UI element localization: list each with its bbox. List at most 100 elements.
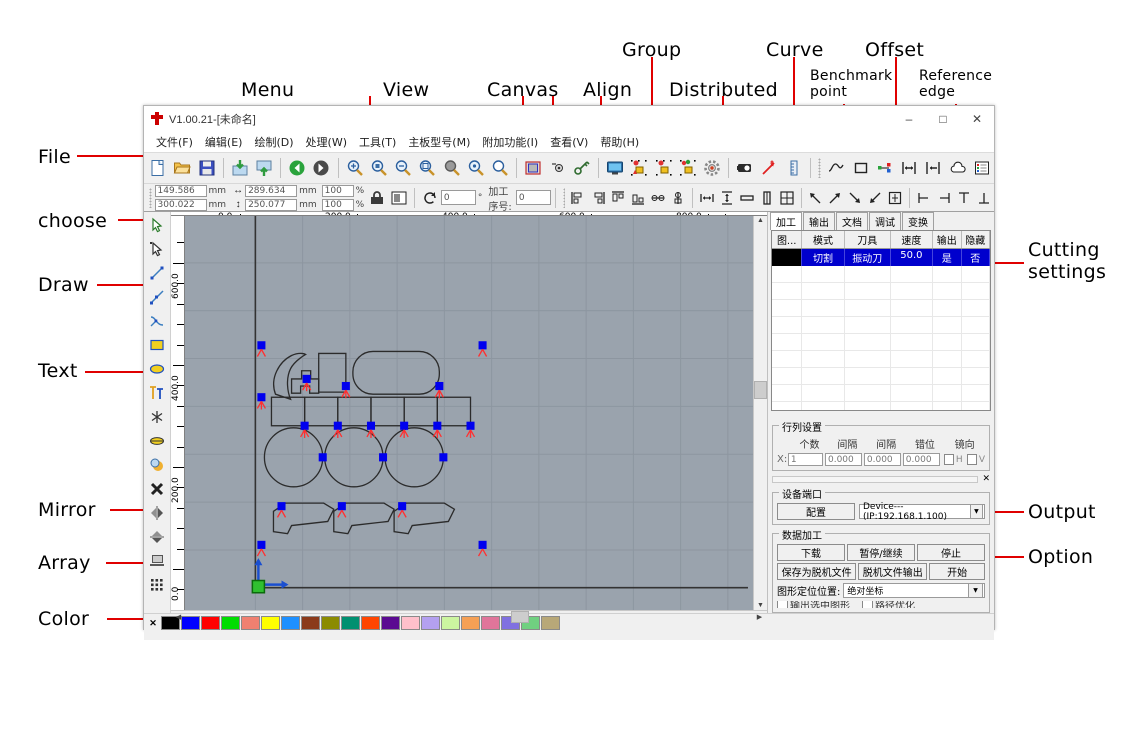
node-edit-tool[interactable] <box>146 237 168 260</box>
same-size-icon[interactable] <box>778 185 796 210</box>
height-input[interactable]: 250.077 <box>245 198 298 211</box>
align-center-h-icon[interactable] <box>649 185 667 210</box>
text-tool[interactable] <box>146 381 168 404</box>
benchmark-topleft-icon[interactable] <box>806 185 824 210</box>
delete-x-tool[interactable] <box>146 477 168 500</box>
distance-v-icon[interactable] <box>922 156 944 181</box>
same-width-icon[interactable] <box>738 185 756 210</box>
download-button[interactable]: 下载 <box>777 544 845 561</box>
fit-page-icon[interactable] <box>389 185 409 210</box>
save-file-icon[interactable] <box>196 156 218 181</box>
start-button[interactable]: 开始 <box>929 563 985 580</box>
scroll-left-arrow[interactable]: ◀ <box>172 613 185 621</box>
table-row-empty[interactable] <box>772 368 990 385</box>
ref-edge-bottom-icon[interactable] <box>975 185 993 210</box>
point-star-tool[interactable] <box>146 405 168 428</box>
y-position-input[interactable]: 300.022 <box>154 198 207 211</box>
color-swatch[interactable] <box>261 616 280 630</box>
chevron-down-icon[interactable]: ▼ <box>968 583 983 598</box>
scale-x-input[interactable]: 100 <box>321 184 354 197</box>
ungroup-icon[interactable] <box>677 156 699 181</box>
menu-draw[interactable]: 绘制(D) <box>248 132 299 152</box>
table-row-empty[interactable] <box>772 317 990 334</box>
key-icon[interactable] <box>571 156 593 181</box>
tab-transform[interactable]: 变换 <box>902 212 934 230</box>
menu-file[interactable]: 文件(F) <box>150 132 199 152</box>
undo-icon[interactable] <box>286 156 308 181</box>
distance-h-icon[interactable] <box>898 156 920 181</box>
zoom-fit-icon[interactable] <box>489 156 511 181</box>
bezier-tool[interactable] <box>146 309 168 332</box>
zoom-selection-icon[interactable] <box>368 156 390 181</box>
array-gap1-input[interactable]: 0.000 <box>824 453 862 466</box>
group-align-icon[interactable] <box>628 156 650 181</box>
color-swatch[interactable] <box>341 616 360 630</box>
pointer-path-icon[interactable] <box>758 156 780 181</box>
settings-gear-icon[interactable] <box>701 156 723 181</box>
offset-icon[interactable] <box>874 156 896 181</box>
rectangle-icon[interactable] <box>850 156 872 181</box>
lock-icon[interactable] <box>367 185 387 210</box>
table-row-empty[interactable] <box>772 334 990 351</box>
curve-icon[interactable] <box>825 156 847 181</box>
camera-icon[interactable] <box>734 156 756 181</box>
sphere-tool[interactable] <box>146 453 168 476</box>
menu-view[interactable]: 查看(V) <box>544 132 594 152</box>
align-right-icon[interactable] <box>589 185 607 210</box>
pause-continue-button[interactable]: 暂停/继续 <box>847 544 915 561</box>
cell-output[interactable]: 是 <box>933 249 962 266</box>
cell-tool[interactable]: 振动刀 <box>845 249 891 266</box>
output-selected-checkbox[interactable] <box>777 601 788 608</box>
preview-icon[interactable] <box>604 156 626 181</box>
capsule-tool[interactable] <box>146 429 168 452</box>
vertical-scroll-thumb[interactable] <box>754 380 767 399</box>
toolbar-grip[interactable] <box>817 158 822 178</box>
color-swatch[interactable] <box>321 616 340 630</box>
rotation-input[interactable]: 0 <box>440 190 476 205</box>
sequence-input[interactable]: 0 <box>515 190 551 205</box>
ellipse-tool[interactable] <box>146 357 168 380</box>
color-swatch[interactable] <box>401 616 420 630</box>
width-input[interactable]: 289.634 <box>245 184 298 197</box>
polyline-tool[interactable] <box>146 285 168 308</box>
scroll-right-arrow[interactable]: ▶ <box>753 613 766 621</box>
color-swatch[interactable] <box>481 616 500 630</box>
x-position-input[interactable]: 149.586 <box>154 184 207 197</box>
layer-color-swatch[interactable] <box>772 249 803 266</box>
tab-document[interactable]: 文档 <box>836 212 868 230</box>
toolbar-grip[interactable] <box>562 187 566 208</box>
distribute-v-icon[interactable] <box>718 185 736 210</box>
scroll-up-arrow[interactable]: ▲ <box>754 217 767 224</box>
open-file-icon[interactable] <box>171 156 193 181</box>
platform-tool[interactable] <box>146 549 168 572</box>
color-swatch[interactable] <box>201 616 220 630</box>
select-arrow-tool[interactable] <box>146 213 168 236</box>
cell-hide[interactable]: 否 <box>962 249 990 266</box>
zoom-all-icon[interactable] <box>441 156 463 181</box>
node-point-icon[interactable] <box>546 156 568 181</box>
color-swatch[interactable] <box>541 616 560 630</box>
align-left-icon[interactable] <box>569 185 587 210</box>
export-icon[interactable] <box>253 156 275 181</box>
mirror-h-checkbox[interactable] <box>943 454 954 465</box>
rotate-icon[interactable] <box>420 185 440 210</box>
zoom-out-icon[interactable] <box>392 156 414 181</box>
array-gap2-input[interactable]: 0.000 <box>863 453 901 466</box>
mirror-v-checkbox[interactable] <box>966 454 977 465</box>
table-row-empty[interactable] <box>772 283 990 300</box>
measure-icon[interactable] <box>783 156 805 181</box>
menu-process[interactable]: 处理(W) <box>300 132 353 152</box>
table-row-empty[interactable] <box>772 351 990 368</box>
stop-button[interactable]: 停止 <box>917 544 985 561</box>
menu-addons[interactable]: 附加功能(I) <box>476 132 544 152</box>
device-select[interactable]: Device---(IP:192.168.1.100) ▼ <box>859 502 985 522</box>
ref-edge-right-icon[interactable] <box>935 185 953 210</box>
menu-edit[interactable]: 编辑(E) <box>199 132 249 152</box>
save-offline-file-button[interactable]: 保存为脱机文件 <box>777 563 857 580</box>
toolbar-grip[interactable] <box>149 187 152 208</box>
close-icon[interactable]: ✕ <box>982 474 990 484</box>
align-bottom-icon[interactable] <box>629 185 647 210</box>
no-color-swatch[interactable]: ✕ <box>147 616 159 630</box>
panel-splitter[interactable] <box>772 475 979 483</box>
benchmark-bottomright-icon[interactable] <box>846 185 864 210</box>
